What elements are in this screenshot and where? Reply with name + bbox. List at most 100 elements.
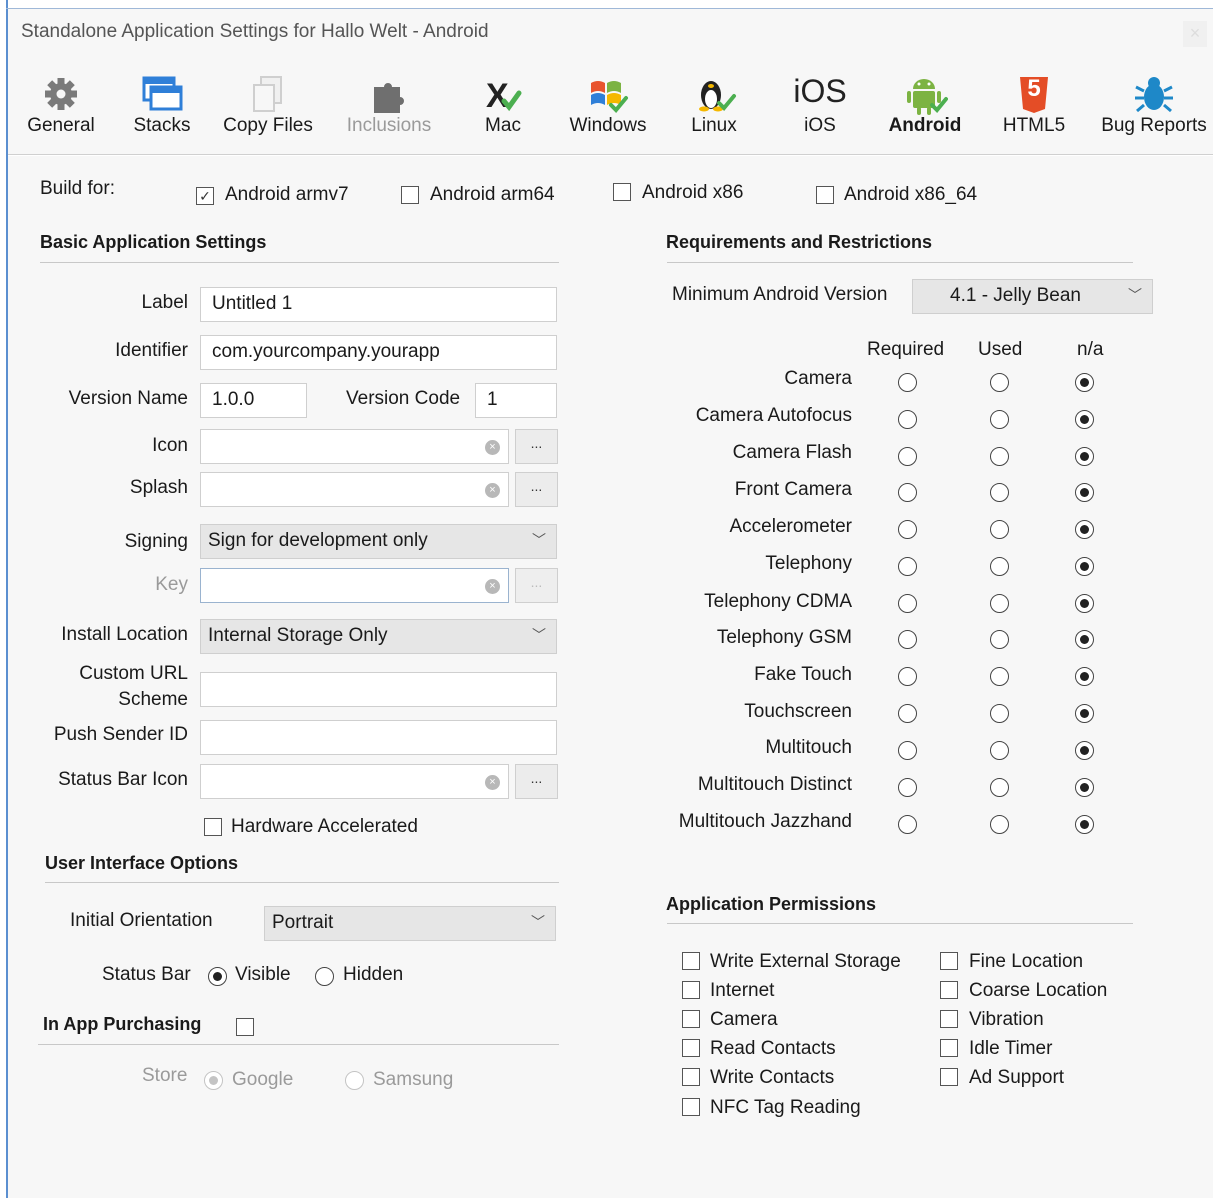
push-sender-input[interactable] <box>200 720 557 755</box>
feature-required-radio[interactable] <box>898 557 917 576</box>
feature-used-radio[interactable] <box>990 815 1009 834</box>
permission-checkbox[interactable] <box>940 1039 958 1057</box>
icon-input[interactable]: × <box>200 429 509 464</box>
feature-used-radio[interactable] <box>990 778 1009 797</box>
feature-used-radio[interactable] <box>990 630 1009 649</box>
feature-used-radio[interactable] <box>990 373 1009 392</box>
feature-na-radio[interactable] <box>1075 373 1094 392</box>
tab-stacks[interactable]: Stacks <box>128 55 196 155</box>
chevron-down-icon: ﹀ <box>531 914 545 930</box>
clear-icon[interactable]: × <box>485 440 500 455</box>
min-version-select[interactable]: 4.1 - Jelly Bean ﹀ <box>912 279 1153 314</box>
custom-url-input[interactable] <box>200 672 557 707</box>
tab-android[interactable]: Android <box>884 55 966 155</box>
splash-input[interactable]: × <box>200 472 509 507</box>
version-code-input[interactable]: 1 <box>475 383 557 418</box>
arm64-checkbox[interactable] <box>401 186 419 204</box>
x86-64-checkbox[interactable] <box>816 186 834 204</box>
icon-browse-button[interactable]: ... <box>515 429 558 464</box>
permission-checkbox[interactable] <box>682 952 700 970</box>
feature-required-radio[interactable] <box>898 410 917 429</box>
feature-used-radio[interactable] <box>990 447 1009 466</box>
feature-na-radio[interactable] <box>1075 815 1094 834</box>
permission-checkbox[interactable] <box>940 1010 958 1028</box>
feature-na-radio[interactable] <box>1075 704 1094 723</box>
identifier-input[interactable]: com.yourcompany.yourapp <box>200 335 557 370</box>
feature-used-radio[interactable] <box>990 594 1009 613</box>
permission-checkbox[interactable] <box>940 952 958 970</box>
feature-required-radio[interactable] <box>898 520 917 539</box>
version-name-label: Version Name <box>68 388 188 409</box>
permission-checkbox[interactable] <box>682 1098 700 1116</box>
feature-used-radio[interactable] <box>990 520 1009 539</box>
feature-used-radio[interactable] <box>990 741 1009 760</box>
tab-ios[interactable]: iOS iOS <box>789 55 851 155</box>
key-browse-button[interactable]: ... <box>515 568 558 603</box>
feature-na-radio[interactable] <box>1075 520 1094 539</box>
permission-checkbox[interactable] <box>940 1068 958 1086</box>
feature-na-radio[interactable] <box>1075 447 1094 466</box>
hardware-accelerated-checkbox[interactable] <box>204 818 222 836</box>
feature-used-radio[interactable] <box>990 483 1009 502</box>
signing-select[interactable]: Sign for development only ﹀ <box>200 524 557 559</box>
feature-used-radio[interactable] <box>990 667 1009 686</box>
feature-na-radio[interactable] <box>1075 667 1094 686</box>
status-bar-icon-browse-button[interactable]: ... <box>515 764 558 799</box>
permission-checkbox[interactable] <box>682 981 700 999</box>
tab-copy-files[interactable]: Copy Files <box>220 55 316 155</box>
permission-checkbox[interactable] <box>682 1068 700 1086</box>
version-name-input[interactable]: 1.0.0 <box>200 383 307 418</box>
feature-required-radio[interactable] <box>898 704 917 723</box>
label-input[interactable]: Untitled 1 <box>200 287 557 322</box>
store-samsung-radio[interactable] <box>345 1071 364 1090</box>
close-button[interactable]: × <box>1183 21 1207 47</box>
permission-checkbox[interactable] <box>682 1039 700 1057</box>
clear-icon[interactable]: × <box>485 579 500 594</box>
feature-na-radio[interactable] <box>1075 778 1094 797</box>
feature-required-radio[interactable] <box>898 483 917 502</box>
copy-files-icon <box>253 76 282 112</box>
install-location-select[interactable]: Internal Storage Only ﹀ <box>200 619 557 654</box>
splash-browse-button[interactable]: ... <box>515 472 558 507</box>
feature-required-radio[interactable] <box>898 741 917 760</box>
status-bar-icon-input[interactable]: × <box>200 764 509 799</box>
status-bar-hidden-radio[interactable] <box>315 967 334 986</box>
armv7-checkbox[interactable]: ✓ <box>196 187 214 205</box>
tab-general[interactable]: General <box>16 55 106 155</box>
feature-used-radio[interactable] <box>990 704 1009 723</box>
key-input[interactable]: × <box>200 568 509 603</box>
svg-text:X: X <box>486 77 509 115</box>
orientation-value: Portrait <box>272 912 334 933</box>
feature-used-radio[interactable] <box>990 410 1009 429</box>
feature-used-radio[interactable] <box>990 557 1009 576</box>
feature-required-radio[interactable] <box>898 594 917 613</box>
feature-required-radio[interactable] <box>898 373 917 392</box>
tab-windows[interactable]: Windows <box>564 55 652 155</box>
orientation-select[interactable]: Portrait ﹀ <box>264 906 556 941</box>
clear-icon[interactable]: × <box>485 483 500 498</box>
feature-required-radio[interactable] <box>898 630 917 649</box>
x86-checkbox[interactable] <box>613 183 631 201</box>
feature-na-radio[interactable] <box>1075 594 1094 613</box>
feature-na-radio[interactable] <box>1075 410 1094 429</box>
store-google-radio[interactable] <box>204 1071 223 1090</box>
tab-html5[interactable]: 5 HTML5 <box>998 55 1070 155</box>
feature-required-radio[interactable] <box>898 667 917 686</box>
tab-mac[interactable]: X Mac <box>473 55 533 155</box>
iap-checkbox[interactable] <box>236 1018 254 1036</box>
clear-icon[interactable]: × <box>485 775 500 790</box>
status-bar-visible-radio[interactable] <box>208 967 227 986</box>
feature-na-radio[interactable] <box>1075 741 1094 760</box>
feature-required-radio[interactable] <box>898 778 917 797</box>
tab-bug-reports[interactable]: Bug Reports <box>1098 55 1210 155</box>
feature-na-radio[interactable] <box>1075 557 1094 576</box>
feature-na-radio[interactable] <box>1075 630 1094 649</box>
permission-checkbox[interactable] <box>682 1010 700 1028</box>
tab-linux[interactable]: Linux <box>684 55 744 155</box>
feature-required-radio[interactable] <box>898 447 917 466</box>
feature-required-radio[interactable] <box>898 815 917 834</box>
install-location-value: Internal Storage Only <box>208 625 388 646</box>
tab-inclusions[interactable]: Inclusions <box>343 55 435 155</box>
feature-na-radio[interactable] <box>1075 483 1094 502</box>
permission-checkbox[interactable] <box>940 981 958 999</box>
